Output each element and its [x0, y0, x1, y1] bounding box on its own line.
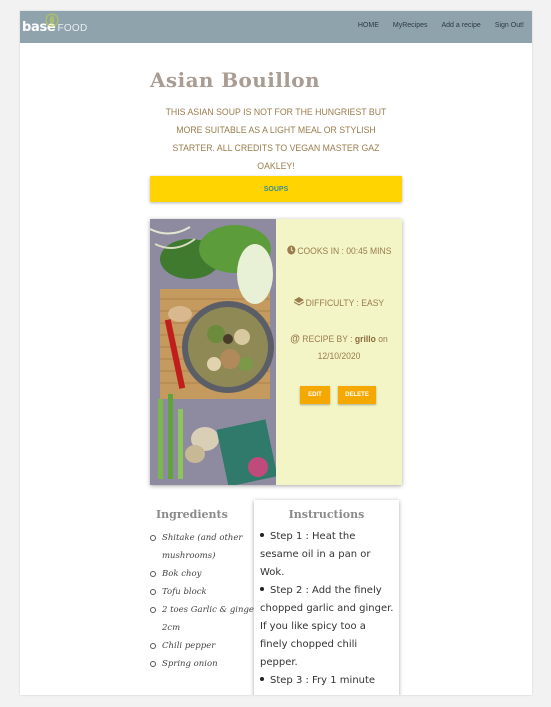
navbar: base FOOD HOME MyRecipes Add a recipe Si…: [20, 11, 532, 43]
author-name: grillo: [354, 334, 376, 345]
recipe-image: [150, 219, 276, 485]
clock-icon: [286, 245, 296, 255]
instruction-step: Step 3 : Fry 1 minute: [260, 672, 396, 690]
recipe-by-label: RECIPE BY :: [302, 334, 353, 345]
category-label: SOUPS: [263, 185, 289, 193]
leaf-icon: [45, 13, 59, 27]
page: base FOOD HOME MyRecipes Add a recipe Si…: [20, 11, 532, 695]
recipe-title: Asian Bouillon: [150, 68, 320, 92]
cooks-in-text: COOKS IN : 00:45 MINS: [297, 246, 392, 257]
layers-icon: [293, 297, 305, 306]
logo[interactable]: base FOOD: [22, 13, 88, 35]
instruction-step-text: Step 1 : Heat the sesame oil in a pan or…: [260, 531, 371, 578]
nav-home-link[interactable]: HOME: [358, 22, 379, 29]
instructions-list: Step 1 : Heat the sesame oil in a pan or…: [260, 528, 396, 690]
cooks-in-info: COOKS IN : 00:45 MINS: [282, 243, 395, 260]
instructions-title: Instructions: [288, 508, 365, 521]
difficulty-text: DIFFICULTY : EASY: [305, 298, 385, 309]
nav-links: HOME MyRecipes Add a recipe Sign Out!: [358, 22, 524, 29]
at-icon: @: [290, 333, 300, 345]
bullet-icon: [260, 533, 264, 537]
on-label: on: [378, 334, 388, 345]
instructions-card: Instructions Step 1 : Heat the sesame oi…: [254, 500, 399, 695]
recipe-by-info: @ RECIPE BY : grillo on 12/10/2020: [282, 331, 395, 365]
recipe-date: 12/10/2020: [317, 351, 361, 362]
recipe-card: COOKS IN : 00:45 MINS DIFFICULTY : EASY …: [150, 219, 402, 485]
recipe-info: COOKS IN : 00:45 MINS DIFFICULTY : EASY …: [276, 219, 402, 485]
instruction-step: Step 2 : Add the finely chopped garlic a…: [260, 582, 396, 672]
recipe-description: THIS ASIAN SOUP IS NOT FOR THE HUNGRIEST…: [165, 107, 387, 172]
nav-add-recipe-link[interactable]: Add a recipe: [442, 22, 481, 29]
instruction-step-text: Step 2 : Add the finely chopped garlic a…: [260, 585, 394, 668]
difficulty-info: DIFFICULTY : EASY: [282, 295, 395, 312]
nav-sign-out-link[interactable]: Sign Out!: [495, 22, 524, 29]
edit-button[interactable]: EDIT: [300, 386, 330, 404]
instruction-step: Step 1 : Heat the sesame oil in a pan or…: [260, 528, 396, 582]
instruction-step-text: Step 3 : Fry 1 minute: [270, 675, 376, 686]
nav-myrecipes-link[interactable]: MyRecipes: [393, 22, 428, 29]
ingredients-title: Ingredients: [156, 508, 228, 521]
bullet-icon: [260, 677, 264, 681]
logo-food-text: FOOD: [57, 23, 88, 34]
delete-button[interactable]: DELETE: [338, 386, 376, 404]
bullet-icon: [260, 587, 264, 591]
category-badge: SOUPS: [150, 176, 402, 202]
